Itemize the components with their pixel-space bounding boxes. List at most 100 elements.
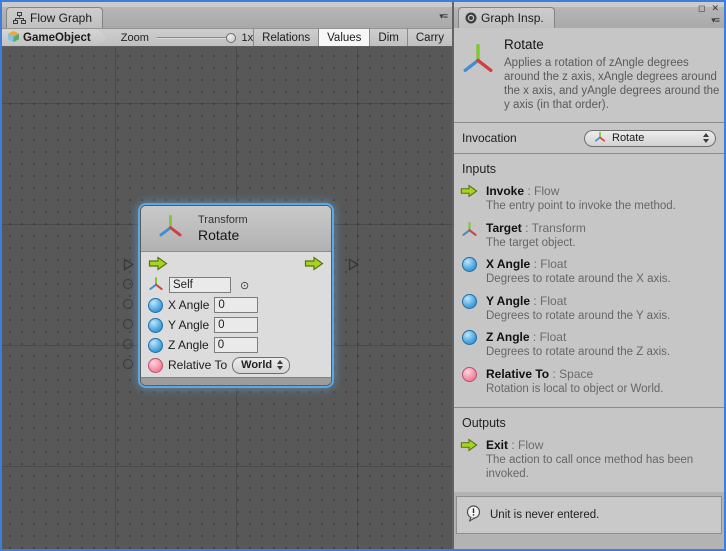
invocation-row: Invocation Rotate — [454, 123, 724, 153]
dim-button[interactable]: Dim — [369, 29, 406, 46]
xangle-label: X Angle — [168, 298, 209, 312]
float-port-icon[interactable] — [148, 298, 163, 313]
inspector-footer-area: Unit is never entered. — [454, 492, 724, 549]
node-footer — [141, 377, 331, 385]
flow-input-arrow-icon[interactable] — [148, 256, 168, 274]
zoom-label: Zoom — [121, 32, 149, 44]
unity-window: Flow Graph ▾≡ GameObject Zoom 1x Relatio… — [0, 0, 726, 551]
toolbar-buttons: Relations Values Dim Carry — [253, 29, 452, 46]
external-yangle-port-icon[interactable] — [123, 319, 133, 329]
input-doc-invoke: Invoke : Flow The entry point to invoke … — [460, 184, 718, 214]
warning-bubble-icon — [465, 505, 482, 525]
zangle-field[interactable] — [214, 337, 258, 353]
external-relativeto-port-icon[interactable] — [123, 359, 133, 369]
invocation-dropdown[interactable]: Rotate — [584, 130, 716, 147]
tab-flow-graph[interactable]: Flow Graph — [6, 7, 103, 28]
outputs-section: Outputs Exit : Flow The action to call o… — [454, 408, 724, 492]
input-doc-target: Target : Transform The target object. — [460, 221, 718, 251]
input-doc-relativeto: Relative To : Space Rotation is local to… — [460, 367, 718, 397]
zangle-label: Z Angle — [168, 338, 209, 352]
external-flow-output-port-icon[interactable] — [348, 258, 360, 276]
node-zangle-row: Z Angle — [148, 335, 324, 355]
maximize-icon[interactable]: ◻ — [698, 3, 705, 14]
relativeto-dropdown-value: World — [241, 359, 272, 371]
node-category: Transform — [198, 214, 248, 227]
breadcrumb-gameobject[interactable]: GameObject — [2, 29, 107, 46]
node-flow-row — [148, 255, 324, 275]
zoom-value: 1x — [242, 32, 254, 44]
relations-button[interactable]: Relations — [253, 29, 318, 46]
enum-port-icon — [462, 367, 477, 382]
flow-graph-panel: Flow Graph ▾≡ GameObject Zoom 1x Relatio… — [2, 2, 452, 549]
relativeto-label: Relative To — [168, 358, 227, 372]
node-target-row: ⊙ — [148, 275, 324, 295]
float-port-icon[interactable] — [148, 318, 163, 333]
pane-menu-icon[interactable]: ▾≡ — [711, 15, 719, 26]
input-doc-yangle: Y Angle : Float Degrees to rotate around… — [460, 294, 718, 324]
transform-port-icon[interactable] — [148, 276, 164, 295]
warning-banner: Unit is never entered. — [456, 496, 722, 534]
outputs-header: Outputs — [460, 414, 718, 438]
tab-flow-graph-label: Flow Graph — [30, 11, 92, 25]
inputs-header: Inputs — [460, 160, 718, 184]
external-xangle-port-icon[interactable] — [123, 299, 133, 309]
breadcrumb-label: GameObject — [23, 32, 91, 44]
dropdown-arrows-icon — [277, 360, 283, 370]
target-self-field[interactable] — [169, 277, 231, 293]
float-port-icon — [462, 330, 477, 345]
flow-arrow-icon — [460, 184, 478, 214]
inspector-tabbar: Graph Insp. ◻ ✕ ▾≡ — [454, 2, 724, 28]
flow-graph-tabbar: Flow Graph ▾≡ — [2, 2, 452, 28]
node-yangle-row: Y Angle — [148, 315, 324, 335]
input-doc-zangle: Z Angle : Float Degrees to rotate around… — [460, 330, 718, 360]
graph-inspector-panel: Graph Insp. ◻ ✕ ▾≡ Rotate Applies a rota… — [454, 2, 724, 549]
pane-menu-icon[interactable]: ▾≡ — [439, 11, 447, 22]
node-header[interactable]: Transform Rotate — [141, 206, 331, 252]
graph-canvas[interactable]: Transform Rotate — [2, 47, 452, 549]
enum-port-icon[interactable] — [148, 358, 163, 373]
zoom-slider[interactable] — [157, 32, 236, 44]
yangle-label: Y Angle — [168, 318, 209, 332]
gameobject-cube-icon — [7, 30, 20, 46]
float-port-icon — [462, 294, 477, 309]
node-body: ⊙ X Angle Y Angle Z Angle — [141, 252, 331, 377]
inputs-section: Inputs Invoke : Flow The entry point to … — [454, 154, 724, 407]
node-relativeto-row: Relative To World — [148, 355, 324, 375]
unit-doc-header: Rotate Applies a rotation of zAngle degr… — [454, 28, 724, 122]
external-zangle-port-icon[interactable] — [123, 339, 133, 349]
dropdown-arrows-icon — [703, 133, 709, 143]
float-port-icon[interactable] — [148, 338, 163, 353]
close-icon[interactable]: ✕ — [711, 3, 719, 14]
node-title: Rotate — [198, 227, 248, 243]
flow-graph-icon — [13, 12, 26, 24]
invocation-dropdown-value: Rotate — [612, 132, 697, 144]
relativeto-dropdown[interactable]: World — [232, 357, 290, 374]
transform-axis-icon — [460, 221, 478, 251]
flow-arrow-icon — [460, 438, 478, 481]
window-controls: ◻ ✕ — [698, 3, 719, 14]
flow-graph-toolbar: GameObject Zoom 1x Relations Values Dim … — [2, 28, 452, 47]
tab-graph-inspector[interactable]: Graph Insp. — [458, 7, 555, 28]
unit-description: Applies a rotation of zAngle degrees aro… — [504, 56, 720, 112]
yangle-field[interactable] — [214, 317, 258, 333]
zoom-slider-track — [157, 37, 236, 39]
unit-title: Rotate — [504, 37, 720, 52]
carry-button[interactable]: Carry — [407, 29, 452, 46]
input-doc-xangle: X Angle : Float Degrees to rotate around… — [460, 257, 718, 287]
invocation-label: Invocation — [462, 131, 517, 145]
transform-axis-icon — [594, 131, 606, 146]
values-button[interactable]: Values — [318, 29, 369, 46]
output-doc-exit: Exit : Flow The action to call once meth… — [460, 438, 718, 481]
tab-graph-inspector-label: Graph Insp. — [481, 11, 544, 25]
float-port-icon — [462, 257, 477, 272]
external-target-port-icon[interactable] — [123, 279, 133, 289]
external-flow-input-port-icon[interactable] — [123, 258, 135, 276]
transform-axis-icon — [157, 213, 184, 245]
flow-output-arrow-icon[interactable] — [304, 256, 324, 274]
transform-axis-icon — [460, 37, 496, 112]
zoom-slider-handle[interactable] — [226, 33, 236, 43]
warning-text: Unit is never entered. — [490, 509, 599, 521]
object-picker-icon[interactable]: ⊙ — [240, 279, 249, 292]
xangle-field[interactable] — [214, 297, 258, 313]
rotate-unit-node[interactable]: Transform Rotate — [140, 205, 332, 386]
